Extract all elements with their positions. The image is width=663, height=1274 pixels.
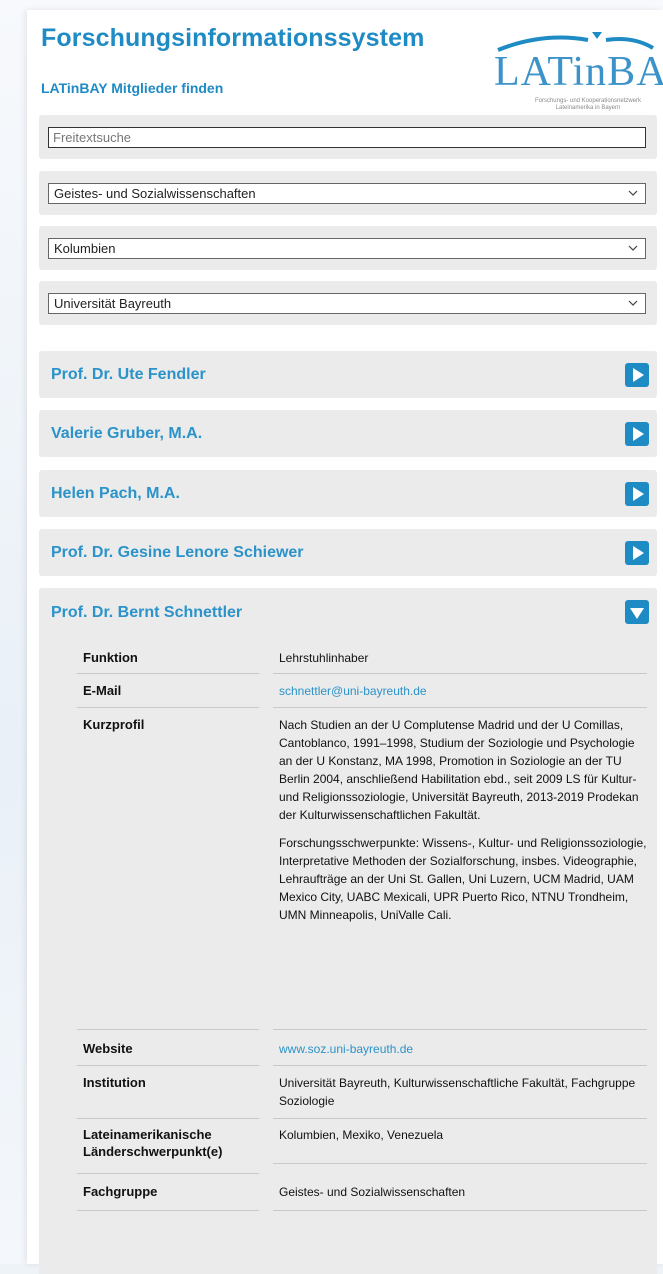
person-name: Prof. Dr. Ute Fendler [51, 366, 206, 383]
country-filter-box: Kolumbien [39, 226, 657, 270]
person-name[interactable]: Prof. Dr. Bernt Schnettler [51, 604, 242, 622]
expand-button[interactable] [625, 363, 649, 387]
kurzprofil-paragraph: Nach Studien an der U Complutense Madrid… [279, 718, 639, 822]
kurzprofil-label: Kurzprofil [83, 717, 145, 732]
play-right-icon [633, 546, 644, 560]
person-row[interactable]: Valerie Gruber, M.A. [39, 410, 657, 457]
person-row[interactable]: Prof. Dr. Gesine Lenore Schiewer [39, 529, 657, 576]
country-select[interactable]: Kolumbien [48, 238, 646, 259]
funktion-value: Lehrstuhlinhaber [279, 651, 369, 665]
play-right-icon [633, 427, 644, 441]
discipline-select[interactable]: Geistes- und Sozialwissenschaften [48, 183, 646, 204]
latinbay-logo: LATinBAY Forschungs- und Kooperationsnet… [488, 26, 663, 116]
divider [273, 1029, 647, 1030]
divider [273, 707, 647, 708]
divider [77, 1029, 259, 1030]
divider [273, 1210, 647, 1211]
expand-button[interactable] [625, 422, 649, 446]
chevron-down-icon [628, 300, 638, 306]
country-select-value: Kolumbien [54, 241, 116, 256]
kurzprofil-paragraph: Forschungsschwerpunkte: Wissens-, Kultur… [279, 836, 647, 922]
institution-select[interactable]: Universität Bayreuth [48, 293, 646, 314]
funktion-label: Funktion [83, 650, 138, 665]
email-link[interactable]: schnettler@uni-bayreuth.de [279, 682, 647, 700]
play-down-icon [630, 608, 644, 619]
discipline-filter-box: Geistes- und Sozialwissenschaften [39, 171, 657, 215]
fachgruppe-label: Fachgruppe [83, 1184, 158, 1199]
logo-tagline: Forschungs- und Kooperationsnetzwerk Lat… [534, 98, 642, 111]
chevron-down-icon [628, 245, 638, 251]
divider [77, 1173, 259, 1174]
divider [273, 1163, 647, 1164]
laender-value: Kolumbien, Mexiko, Venezuela [279, 1128, 444, 1142]
divider [77, 673, 259, 674]
chevron-down-icon [628, 190, 638, 196]
divider [273, 673, 647, 674]
laender-label: Lateinamerikanische Länderschwerpunkt(e) [83, 1127, 223, 1159]
divider [273, 1065, 647, 1066]
collapse-button[interactable] [625, 600, 649, 624]
website-label: Website [83, 1041, 133, 1056]
divider [273, 1118, 647, 1119]
page-subtitle: LATinBAY Mitglieder finden [41, 80, 224, 96]
person-row[interactable]: Prof. Dr. Ute Fendler [39, 351, 657, 398]
divider [77, 1118, 259, 1119]
institution-filter-box: Universität Bayreuth [39, 281, 657, 325]
institution-value: Universität Bayreuth, Kulturwissenschaft… [279, 1076, 636, 1108]
person-row[interactable]: Helen Pach, M.A. [39, 470, 657, 517]
search-filter-box [39, 115, 657, 159]
kurzprofil-value: Nach Studien an der U Complutense Madrid… [279, 716, 647, 934]
email-label: E-Mail [83, 683, 122, 698]
fachgruppe-value: Geistes- und Sozialwissenschaften [279, 1185, 466, 1199]
institution-label: Institution [83, 1075, 146, 1090]
discipline-select-value: Geistes- und Sozialwissenschaften [54, 186, 256, 201]
website-link[interactable]: www.soz.uni-bayreuth.de [279, 1040, 647, 1058]
divider [77, 707, 259, 708]
expand-button[interactable] [625, 541, 649, 565]
person-name: Helen Pach, M.A. [51, 485, 180, 502]
play-right-icon [633, 368, 644, 382]
logo-wordmark: LATinBAY [494, 49, 663, 95]
person-detail-panel: Prof. Dr. Bernt Schnettler Funktion Lehr… [39, 588, 657, 1274]
play-right-icon [633, 487, 644, 501]
institution-select-value: Universität Bayreuth [54, 296, 172, 311]
search-panel: Forschungsinformationssystem LATinBAY Mi… [27, 10, 663, 1274]
divider [77, 1210, 259, 1211]
person-name: Prof. Dr. Gesine Lenore Schiewer [51, 544, 304, 561]
divider [77, 1065, 259, 1066]
person-name: Valerie Gruber, M.A. [51, 425, 203, 442]
search-input[interactable] [48, 127, 646, 148]
expand-button[interactable] [625, 482, 649, 506]
page-title: Forschungsinformationssystem [41, 24, 425, 52]
